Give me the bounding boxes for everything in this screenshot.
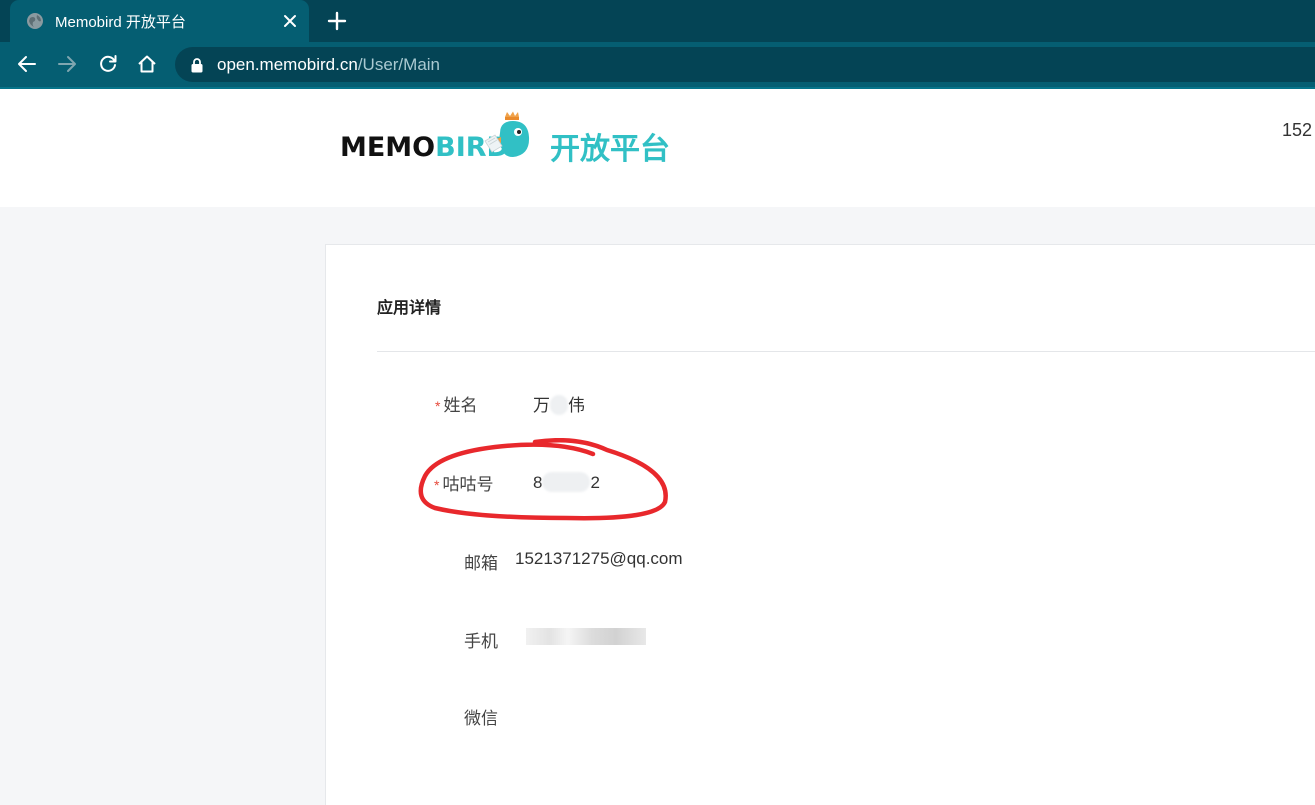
url-path: /User/Main [357, 55, 440, 74]
lock-icon[interactable] [190, 57, 204, 73]
value-visible-part: 万 [533, 396, 550, 415]
url-text: open.memobird.cn/User/Main [217, 55, 440, 75]
tab-title: Memobird 开放平台 [55, 14, 186, 31]
close-icon[interactable] [280, 11, 300, 31]
globe-icon [27, 13, 43, 29]
field-label-text: 微信 [464, 709, 498, 728]
field-label-text: 姓名 [443, 396, 478, 415]
field-label-name: * 姓名 [435, 391, 477, 416]
field-label-text: 邮箱 [464, 554, 498, 573]
url-host: open.memobird.cn [217, 55, 358, 74]
browser-tab-active[interactable]: Memobird 开放平台 [10, 0, 309, 42]
site-header: MEMOBIRD 开放平台 152 [0, 89, 1315, 207]
card-divider [377, 351, 1315, 352]
reload-icon[interactable] [97, 53, 119, 75]
red-annotation-circle [418, 438, 668, 521]
browser-toolbar: open.memobird.cn/User/Main [0, 42, 1315, 87]
redacted-phone-blur [526, 628, 646, 645]
address-bar[interactable]: open.memobird.cn/User/Main [175, 47, 1315, 82]
required-asterisk: * [435, 398, 441, 414]
bird-mascot-icon [484, 111, 530, 157]
field-value-email: 1521371275@qq.com [515, 549, 683, 568]
field-label-text: 手机 [464, 632, 498, 651]
card-title: 应用详情 [377, 300, 442, 317]
field-value-name: 万伟 [533, 391, 585, 416]
field-label-email: 邮箱 [464, 549, 498, 574]
logo-memo: MEMO [340, 132, 436, 163]
header-user-account[interactable]: 152 [1282, 120, 1312, 141]
forward-arrow-icon[interactable] [56, 53, 78, 75]
back-arrow-icon[interactable] [16, 53, 38, 75]
value-visible-part: 伟 [568, 396, 585, 415]
field-label-wechat: 微信 [464, 704, 498, 729]
platform-label: 开放平台 [550, 133, 670, 166]
field-label-phone: 手机 [464, 627, 498, 652]
redacted-blur [550, 395, 568, 415]
home-icon[interactable] [136, 53, 158, 75]
new-tab-icon[interactable] [326, 10, 348, 32]
browser-tab-strip: Memobird 开放平台 [0, 0, 1315, 42]
